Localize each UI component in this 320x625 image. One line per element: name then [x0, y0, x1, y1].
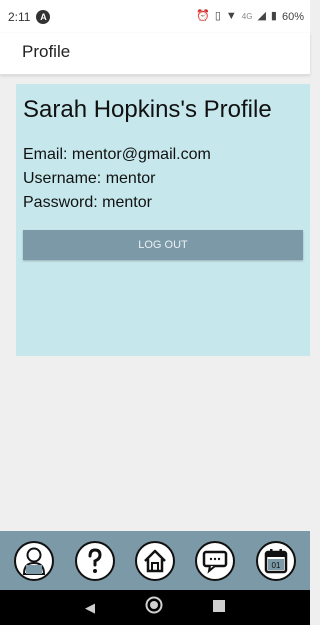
signal-icon: ◢: [257, 10, 266, 22]
battery-percent: 60%: [281, 10, 304, 23]
system-nav-bar: ◀: [0, 590, 310, 625]
profile-icon: [23, 547, 46, 575]
profile-heading: Sarah Hopkins's Profile: [23, 96, 272, 123]
vibrate-icon: ▯: [214, 10, 221, 22]
profile-card: Sarah Hopkins's Profile Email: mentor@gm…: [16, 84, 310, 356]
help-icon: [88, 547, 102, 573]
back-icon[interactable]: ◀: [85, 600, 95, 616]
email-text: Email: mentor@gmail.com: [23, 146, 211, 163]
calendar-icon: 01: [264, 548, 287, 573]
alarm-icon: ⏰: [196, 10, 210, 22]
nav-help-button[interactable]: [74, 540, 115, 581]
status-right: ⏰ ▯ ▼ 4G ◢ ▮ 60%: [196, 11, 304, 23]
recents-icon[interactable]: [213, 599, 225, 617]
battery-icon: ▮: [270, 10, 277, 22]
home-icon: [144, 549, 166, 572]
username-text: Username: mentor: [23, 170, 156, 187]
page-title: Profile: [22, 42, 71, 61]
calendar-day-label: 01: [271, 561, 280, 570]
app-bar: Profile: [0, 33, 310, 75]
status-left: 2:11 A: [8, 9, 51, 24]
password-text: Password: mentor: [23, 194, 152, 211]
wifi-icon: ▼: [225, 10, 237, 22]
notification-icon: A: [36, 9, 51, 24]
nav-calendar-button[interactable]: 01: [255, 540, 296, 581]
status-time: 2:11: [8, 9, 31, 24]
nav-home-button[interactable]: [134, 540, 175, 581]
nav-profile-button[interactable]: [14, 540, 55, 581]
logout-button[interactable]: LOG OUT: [23, 230, 303, 260]
nav-chat-button[interactable]: [195, 540, 236, 581]
chat-icon: [203, 550, 228, 574]
status-bar: 2:11 A ⏰ ▯ ▼ 4G ◢ ▮ 60%: [0, 0, 310, 33]
network-label: 4G: [241, 11, 253, 21]
home-circle-icon[interactable]: [145, 596, 163, 619]
bottom-nav: 01: [0, 531, 310, 590]
